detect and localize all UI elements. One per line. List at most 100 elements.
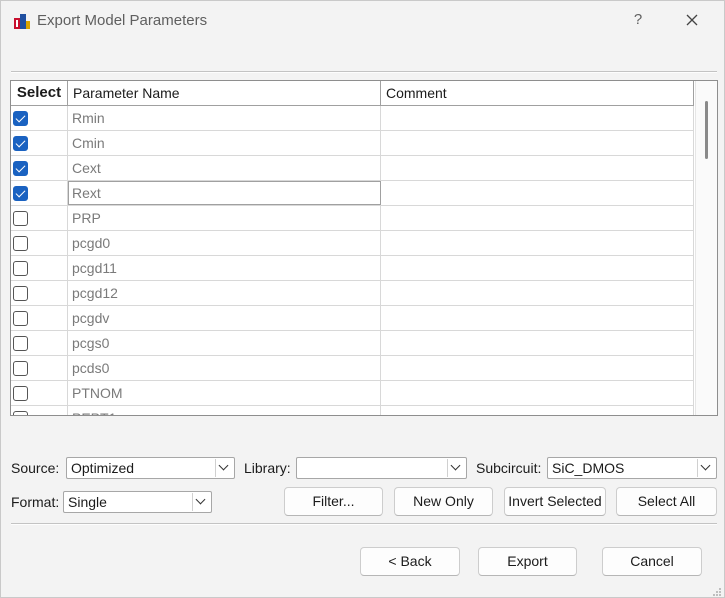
top-separator-highlight bbox=[11, 72, 717, 73]
row-select-checkbox[interactable] bbox=[13, 161, 28, 176]
cancel-button[interactable]: Cancel bbox=[602, 547, 702, 576]
parameter-name-cell[interactable]: PEPT1 bbox=[68, 406, 381, 415]
export-button[interactable]: Export bbox=[478, 547, 577, 576]
table-row[interactable]: pcgd12 bbox=[11, 281, 694, 306]
table-row[interactable]: pcds0 bbox=[11, 356, 694, 381]
table-row[interactable]: pcgd0 bbox=[11, 231, 694, 256]
column-header-parameter-name[interactable]: Parameter Name bbox=[68, 81, 381, 105]
scrollbar-thumb[interactable] bbox=[705, 101, 708, 159]
comment-cell[interactable] bbox=[381, 406, 694, 415]
table-row[interactable]: pcgd11 bbox=[11, 256, 694, 281]
subcircuit-select[interactable]: SiC_DMOS bbox=[547, 457, 717, 479]
row-select-checkbox[interactable] bbox=[13, 211, 28, 226]
row-select-checkbox[interactable] bbox=[13, 361, 28, 376]
window-title: Export Model Parameters bbox=[37, 12, 208, 29]
row-select-checkbox[interactable] bbox=[13, 236, 28, 251]
select-all-button[interactable]: Select All bbox=[616, 487, 717, 516]
comment-cell[interactable] bbox=[381, 181, 694, 205]
table-row[interactable]: Rmin bbox=[11, 106, 694, 131]
format-label: Format: bbox=[11, 494, 60, 510]
table-row[interactable]: Cmin bbox=[11, 131, 694, 156]
select-cell[interactable] bbox=[11, 331, 68, 355]
parameter-name-cell[interactable]: PTNOM bbox=[68, 381, 381, 405]
comment-cell[interactable] bbox=[381, 156, 694, 180]
app-icon bbox=[14, 14, 30, 29]
table-row[interactable]: PRP bbox=[11, 206, 694, 231]
invert-selected-button[interactable]: Invert Selected bbox=[504, 487, 606, 516]
subcircuit-label: Subcircuit: bbox=[476, 460, 542, 476]
parameter-name-cell[interactable]: pcgd12 bbox=[68, 281, 381, 305]
parameter-name-cell[interactable]: pcgd11 bbox=[68, 256, 381, 280]
select-cell[interactable] bbox=[11, 281, 68, 305]
column-header-comment[interactable]: Comment bbox=[381, 81, 694, 105]
table-row[interactable]: Rext bbox=[11, 181, 694, 206]
parameter-name-cell[interactable]: Cext bbox=[68, 156, 381, 180]
comment-cell[interactable] bbox=[381, 106, 694, 130]
parameter-name-cell[interactable]: PRP bbox=[68, 206, 381, 230]
format-select-value: Single bbox=[68, 494, 107, 510]
select-cell[interactable] bbox=[11, 306, 68, 330]
select-cell[interactable] bbox=[11, 106, 68, 130]
chevron-down-icon bbox=[697, 459, 715, 477]
chevron-down-icon bbox=[192, 493, 210, 511]
row-select-checkbox[interactable] bbox=[13, 111, 28, 126]
parameter-name-cell[interactable]: pcds0 bbox=[68, 356, 381, 380]
resize-grip-icon[interactable] bbox=[712, 587, 722, 597]
select-cell[interactable] bbox=[11, 156, 68, 180]
back-button[interactable]: < Back bbox=[360, 547, 460, 576]
comment-cell[interactable] bbox=[381, 331, 694, 355]
comment-cell[interactable] bbox=[381, 381, 694, 405]
select-cell[interactable] bbox=[11, 256, 68, 280]
parameter-name-cell[interactable]: pcgd0 bbox=[68, 231, 381, 255]
format-select[interactable]: Single bbox=[63, 491, 212, 513]
table-row[interactable]: Cext bbox=[11, 156, 694, 181]
library-select[interactable] bbox=[296, 457, 467, 479]
row-select-checkbox[interactable] bbox=[13, 311, 28, 326]
title-bar[interactable]: Export Model Parameters ? bbox=[1, 1, 724, 41]
comment-cell[interactable] bbox=[381, 231, 694, 255]
select-cell[interactable] bbox=[11, 231, 68, 255]
parameter-name-cell[interactable]: Rext bbox=[68, 181, 381, 205]
comment-cell[interactable] bbox=[381, 306, 694, 330]
source-select-value: Optimized bbox=[71, 460, 135, 476]
table-row[interactable]: pcgs0 bbox=[11, 331, 694, 356]
row-select-checkbox[interactable] bbox=[13, 336, 28, 351]
new-only-button[interactable]: New Only bbox=[394, 487, 493, 516]
close-icon bbox=[686, 14, 698, 26]
parameter-name-cell[interactable]: pcgdv bbox=[68, 306, 381, 330]
chevron-down-icon bbox=[447, 459, 465, 477]
row-select-checkbox[interactable] bbox=[13, 136, 28, 151]
parameter-name-cell[interactable]: Cmin bbox=[68, 131, 381, 155]
row-select-checkbox[interactable] bbox=[13, 286, 28, 301]
parameter-name-cell[interactable]: Rmin bbox=[68, 106, 381, 130]
select-cell[interactable] bbox=[11, 131, 68, 155]
column-header-select[interactable]: Select bbox=[11, 81, 68, 105]
library-label: Library: bbox=[244, 460, 291, 476]
parameter-grid[interactable]: Select Parameter Name Comment Rmin Cmin Ce… bbox=[10, 80, 718, 416]
filter-button[interactable]: Filter... bbox=[284, 487, 383, 516]
select-cell[interactable] bbox=[11, 356, 68, 380]
table-row[interactable]: pcgdv bbox=[11, 306, 694, 331]
help-button[interactable]: ? bbox=[621, 5, 655, 35]
select-cell[interactable] bbox=[11, 181, 68, 205]
source-select[interactable]: Optimized bbox=[66, 457, 235, 479]
row-select-checkbox[interactable] bbox=[13, 186, 28, 201]
vertical-scrollbar[interactable] bbox=[695, 81, 717, 415]
comment-cell[interactable] bbox=[381, 131, 694, 155]
table-row[interactable]: PEPT1 bbox=[11, 406, 694, 415]
comment-cell[interactable] bbox=[381, 256, 694, 280]
select-cell[interactable] bbox=[11, 381, 68, 405]
parameter-name-cell[interactable]: pcgs0 bbox=[68, 331, 381, 355]
subcircuit-select-value: SiC_DMOS bbox=[552, 460, 625, 476]
close-button[interactable] bbox=[675, 5, 709, 35]
row-select-checkbox[interactable] bbox=[13, 261, 28, 276]
comment-cell[interactable] bbox=[381, 206, 694, 230]
row-select-checkbox[interactable] bbox=[13, 386, 28, 401]
comment-cell[interactable] bbox=[381, 281, 694, 305]
table-row[interactable]: PTNOM bbox=[11, 381, 694, 406]
select-cell[interactable] bbox=[11, 206, 68, 230]
chevron-down-icon bbox=[215, 459, 233, 477]
comment-cell[interactable] bbox=[381, 356, 694, 380]
select-cell[interactable] bbox=[11, 406, 68, 415]
row-select-checkbox[interactable] bbox=[13, 411, 28, 415]
